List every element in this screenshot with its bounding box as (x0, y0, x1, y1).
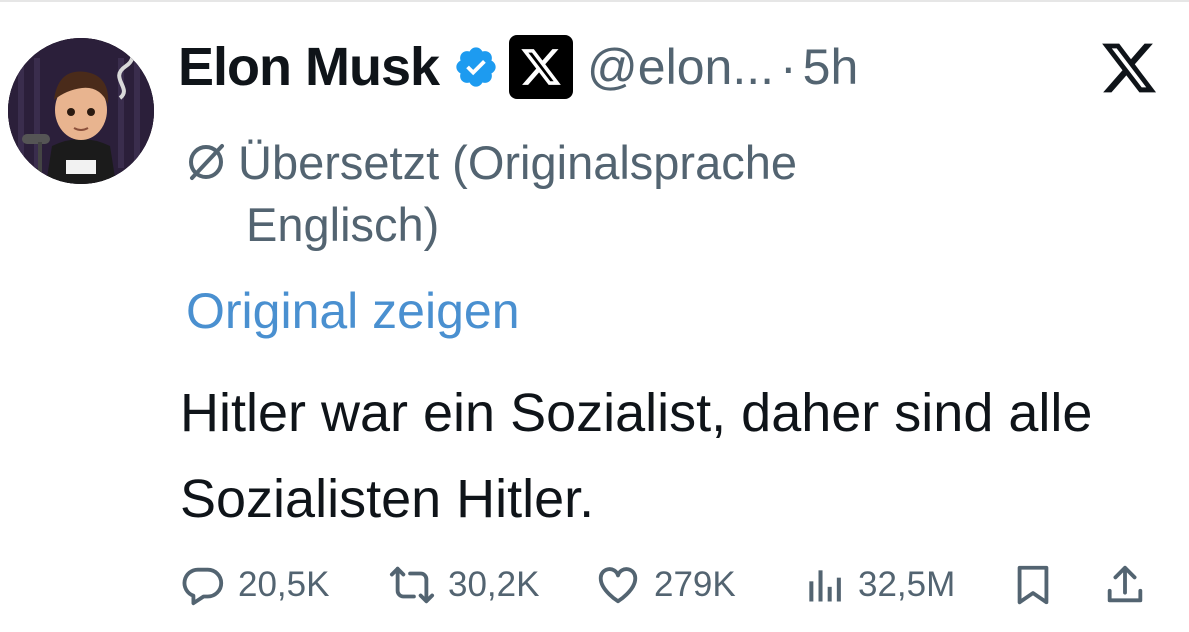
like-count: 279K (654, 565, 736, 604)
share-button[interactable] (1102, 555, 1148, 615)
separator-dot: · (780, 39, 797, 95)
x-logo-icon[interactable] (1098, 43, 1160, 93)
heart-icon (594, 562, 642, 608)
translation-line-1: Übersetzt (Originalsprache (238, 136, 797, 189)
verified-badge-icon[interactable] (453, 44, 499, 90)
top-divider (0, 0, 1189, 2)
views-button[interactable]: 32,5M (802, 555, 955, 615)
views-count: 32,5M (858, 565, 956, 604)
translation-notice: Übersetzt (Originalsprache Englisch) (184, 132, 1004, 256)
bookmark-button[interactable] (1010, 555, 1056, 615)
tweet-header: Elon Musk @elon... · 5h (178, 32, 858, 102)
bookmark-icon (1010, 562, 1056, 608)
tweet-time[interactable]: 5h (803, 38, 859, 96)
views-icon (802, 562, 846, 608)
avatar[interactable] (8, 38, 154, 184)
repost-button[interactable]: 30,2K (388, 555, 539, 615)
reply-icon (180, 562, 226, 608)
share-icon (1102, 562, 1148, 608)
tweet-text: Hitler war ein Sozialist, daher sind all… (180, 383, 1093, 529)
translation-line-2: Englisch) (246, 198, 440, 251)
translate-icon (184, 137, 228, 181)
like-button[interactable]: 279K (594, 555, 736, 615)
author-handle[interactable]: @elon... (587, 38, 774, 96)
repost-icon (388, 562, 436, 608)
action-bar: 20,5K 30,2K 279K 32,5M (180, 555, 1160, 615)
show-original-link[interactable]: Original zeigen (186, 282, 520, 340)
display-name[interactable]: Elon Musk (178, 36, 440, 98)
repost-count: 30,2K (448, 565, 540, 604)
reply-count: 20,5K (238, 565, 330, 604)
x-affiliate-badge-icon[interactable] (509, 35, 574, 99)
reply-button[interactable]: 20,5K (180, 555, 329, 615)
